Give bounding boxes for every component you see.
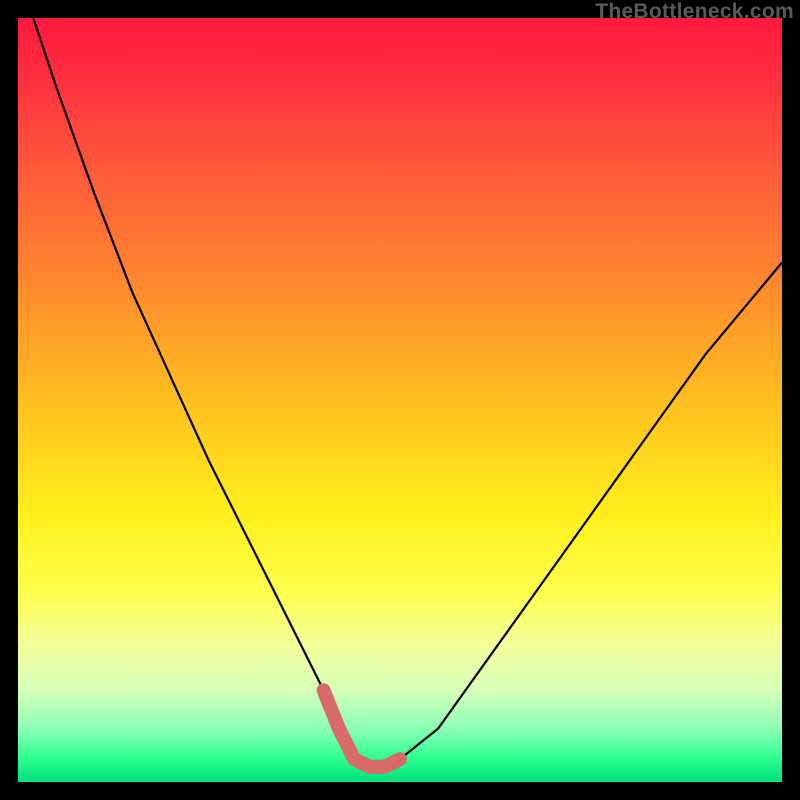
trough-highlight	[324, 690, 400, 766]
curve-layer	[18, 18, 782, 782]
watermark-text: TheBottleneck.com	[595, 0, 794, 24]
bottleneck-curve	[33, 18, 782, 767]
plot-area	[18, 18, 782, 782]
chart-frame: TheBottleneck.com	[0, 0, 800, 800]
